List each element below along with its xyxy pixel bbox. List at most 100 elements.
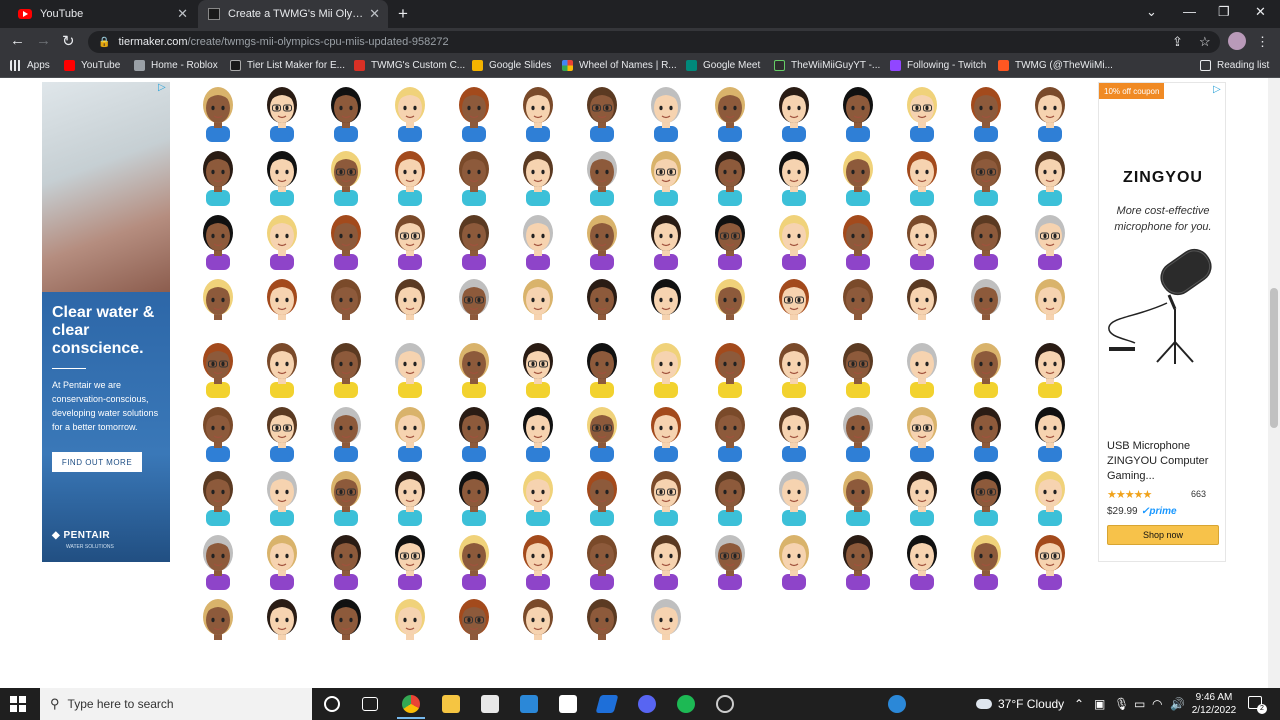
- mii-avatar[interactable]: [186, 398, 250, 462]
- mii-avatar[interactable]: [890, 526, 954, 590]
- adchoices-icon[interactable]: ▷: [1213, 85, 1223, 95]
- mii-avatar[interactable]: [826, 270, 890, 334]
- mii-avatar[interactable]: [1018, 462, 1082, 526]
- page-scrollbar[interactable]: [1268, 78, 1280, 688]
- mii-avatar[interactable]: [954, 334, 1018, 398]
- tab-search-icon[interactable]: ⌄: [1146, 4, 1157, 20]
- mii-avatar[interactable]: [570, 334, 634, 398]
- mii-avatar[interactable]: [698, 526, 762, 590]
- mii-avatar[interactable]: [250, 78, 314, 142]
- mii-avatar[interactable]: [698, 270, 762, 334]
- mii-avatar[interactable]: [954, 78, 1018, 142]
- mii-avatar[interactable]: [506, 142, 570, 206]
- mii-avatar[interactable]: [634, 334, 698, 398]
- mii-avatar[interactable]: [314, 334, 378, 398]
- bookmark-wheel-of-names[interactable]: Wheel of Names | R...: [562, 60, 677, 71]
- mii-avatar[interactable]: [442, 590, 506, 654]
- amazon-icon[interactable]: [559, 695, 577, 713]
- back-icon[interactable]: ←: [10, 32, 25, 49]
- mii-avatar[interactable]: [826, 142, 890, 206]
- mii-avatar[interactable]: [442, 398, 506, 462]
- mii-avatar[interactable]: [634, 526, 698, 590]
- mii-avatar[interactable]: [442, 526, 506, 590]
- weather-widget[interactable]: 37°F Cloudy: [976, 697, 1064, 711]
- mii-avatar[interactable]: [186, 206, 250, 270]
- profile-avatar[interactable]: [1228, 32, 1246, 50]
- mii-avatar[interactable]: [506, 270, 570, 334]
- store-icon[interactable]: [481, 695, 499, 713]
- mii-avatar[interactable]: [890, 270, 954, 334]
- mii-avatar[interactable]: [1018, 526, 1082, 590]
- mii-avatar[interactable]: [762, 334, 826, 398]
- mii-avatar[interactable]: [954, 206, 1018, 270]
- mii-avatar[interactable]: [762, 78, 826, 142]
- obs-icon[interactable]: [716, 695, 734, 713]
- mii-avatar[interactable]: [890, 462, 954, 526]
- mii-avatar[interactable]: [762, 142, 826, 206]
- minimize-button[interactable]: —: [1183, 4, 1196, 19]
- bookmark-twmg-custom[interactable]: TWMG's Custom C...: [354, 60, 465, 71]
- mii-avatar[interactable]: [762, 206, 826, 270]
- mii-avatar[interactable]: [698, 462, 762, 526]
- mii-avatar[interactable]: [826, 398, 890, 462]
- tray-app-icon[interactable]: ▣: [1094, 697, 1105, 711]
- mii-avatar[interactable]: [634, 206, 698, 270]
- bookmark-youtube[interactable]: YouTube: [64, 60, 120, 71]
- file-explorer-icon[interactable]: [442, 695, 460, 713]
- clock[interactable]: 9:46 AM 2/12/2022: [1186, 691, 1242, 717]
- volume-icon[interactable]: 🔊: [1170, 697, 1185, 711]
- mii-avatar[interactable]: [698, 398, 762, 462]
- mii-avatar[interactable]: [762, 398, 826, 462]
- mii-avatar[interactable]: [634, 270, 698, 334]
- mii-avatar[interactable]: [378, 78, 442, 142]
- reload-icon[interactable]: ↻: [62, 32, 75, 50]
- bookmark-roblox[interactable]: Home - Roblox: [134, 60, 218, 71]
- mii-avatar[interactable]: [250, 270, 314, 334]
- mii-avatar[interactable]: [506, 334, 570, 398]
- mii-avatar[interactable]: [378, 334, 442, 398]
- mii-avatar[interactable]: [570, 142, 634, 206]
- mii-avatar[interactable]: [378, 398, 442, 462]
- mii-avatar[interactable]: [314, 462, 378, 526]
- mii-avatar[interactable]: [506, 526, 570, 590]
- mii-avatar[interactable]: [890, 334, 954, 398]
- microphone-icon[interactable]: 🎙: [1114, 697, 1129, 711]
- mii-avatar[interactable]: [250, 590, 314, 654]
- mii-avatar[interactable]: [954, 526, 1018, 590]
- spotify-icon[interactable]: [677, 695, 695, 713]
- reading-list[interactable]: Reading list: [1200, 60, 1269, 71]
- mii-avatar[interactable]: [698, 142, 762, 206]
- mii-avatar[interactable]: [1018, 398, 1082, 462]
- mii-avatar[interactable]: [250, 142, 314, 206]
- app-icon[interactable]: [595, 695, 619, 713]
- bookmark-google-slides[interactable]: Google Slides: [472, 60, 551, 71]
- mii-avatar[interactable]: [506, 78, 570, 142]
- mii-avatar[interactable]: [314, 270, 378, 334]
- mii-avatar[interactable]: [634, 398, 698, 462]
- mii-avatar[interactable]: [634, 78, 698, 142]
- chrome-icon[interactable]: [397, 695, 425, 719]
- mii-avatar[interactable]: [378, 270, 442, 334]
- mii-avatar[interactable]: [506, 206, 570, 270]
- mii-avatar[interactable]: [570, 206, 634, 270]
- mii-avatar[interactable]: [954, 142, 1018, 206]
- mii-avatar[interactable]: [890, 398, 954, 462]
- mii-avatar[interactable]: [1018, 270, 1082, 334]
- mii-avatar[interactable]: [698, 206, 762, 270]
- mii-avatar[interactable]: [186, 526, 250, 590]
- mii-avatar[interactable]: [634, 590, 698, 654]
- mii-avatar[interactable]: [570, 398, 634, 462]
- mii-avatar[interactable]: [378, 462, 442, 526]
- mii-avatar[interactable]: [890, 142, 954, 206]
- mii-avatar[interactable]: [570, 590, 634, 654]
- bookmark-google-meet[interactable]: Google Meet: [686, 60, 760, 71]
- mii-avatar[interactable]: [442, 334, 506, 398]
- bookmark-twitch[interactable]: Following - Twitch: [890, 60, 986, 71]
- pentair-ad[interactable]: Clear water & clear conscience. At Penta…: [42, 82, 170, 562]
- mii-avatar[interactable]: [314, 590, 378, 654]
- mii-avatar[interactable]: [314, 526, 378, 590]
- mii-avatar[interactable]: [186, 334, 250, 398]
- mii-avatar[interactable]: [442, 270, 506, 334]
- mii-avatar[interactable]: [506, 398, 570, 462]
- mii-avatar[interactable]: [314, 398, 378, 462]
